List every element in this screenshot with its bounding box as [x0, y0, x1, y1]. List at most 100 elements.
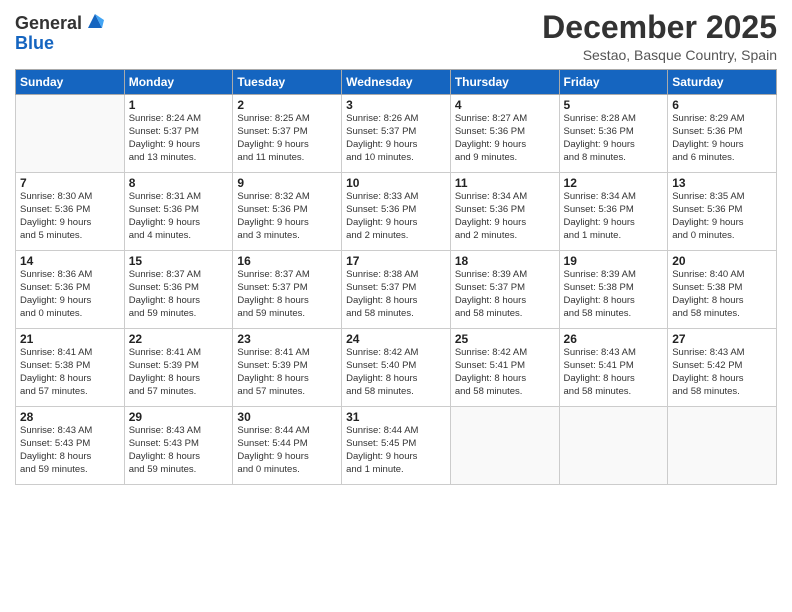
page-container: General Blue December 2025 Sestao, Basqu… — [0, 0, 792, 495]
day-number: 25 — [455, 332, 555, 346]
day-info: Sunrise: 8:38 AMSunset: 5:37 PMDaylight:… — [346, 269, 446, 320]
day-number: 23 — [237, 332, 337, 346]
table-row: 21Sunrise: 8:41 AMSunset: 5:38 PMDayligh… — [16, 329, 125, 407]
day-info: Sunrise: 8:44 AMSunset: 5:45 PMDaylight:… — [346, 425, 446, 476]
day-number: 26 — [564, 332, 664, 346]
table-row: 5Sunrise: 8:28 AMSunset: 5:36 PMDaylight… — [559, 95, 668, 173]
day-info: Sunrise: 8:31 AMSunset: 5:36 PMDaylight:… — [129, 191, 229, 242]
table-row: 18Sunrise: 8:39 AMSunset: 5:37 PMDayligh… — [450, 251, 559, 329]
table-row: 2Sunrise: 8:25 AMSunset: 5:37 PMDaylight… — [233, 95, 342, 173]
day-number: 6 — [672, 98, 772, 112]
table-row: 11Sunrise: 8:34 AMSunset: 5:36 PMDayligh… — [450, 173, 559, 251]
day-info: Sunrise: 8:34 AMSunset: 5:36 PMDaylight:… — [564, 191, 664, 242]
day-info: Sunrise: 8:43 AMSunset: 5:41 PMDaylight:… — [564, 347, 664, 398]
table-row: 28Sunrise: 8:43 AMSunset: 5:43 PMDayligh… — [16, 407, 125, 485]
table-row: 27Sunrise: 8:43 AMSunset: 5:42 PMDayligh… — [668, 329, 777, 407]
table-row: 30Sunrise: 8:44 AMSunset: 5:44 PMDayligh… — [233, 407, 342, 485]
day-info: Sunrise: 8:42 AMSunset: 5:40 PMDaylight:… — [346, 347, 446, 398]
title-block: December 2025 Sestao, Basque Country, Sp… — [542, 10, 777, 63]
day-info: Sunrise: 8:43 AMSunset: 5:43 PMDaylight:… — [129, 425, 229, 476]
day-number: 16 — [237, 254, 337, 268]
calendar-table: Sunday Monday Tuesday Wednesday Thursday… — [15, 69, 777, 485]
table-row: 24Sunrise: 8:42 AMSunset: 5:40 PMDayligh… — [342, 329, 451, 407]
day-info: Sunrise: 8:35 AMSunset: 5:36 PMDaylight:… — [672, 191, 772, 242]
day-info: Sunrise: 8:34 AMSunset: 5:36 PMDaylight:… — [455, 191, 555, 242]
day-number: 2 — [237, 98, 337, 112]
table-row: 9Sunrise: 8:32 AMSunset: 5:36 PMDaylight… — [233, 173, 342, 251]
table-row: 23Sunrise: 8:41 AMSunset: 5:39 PMDayligh… — [233, 329, 342, 407]
table-row: 16Sunrise: 8:37 AMSunset: 5:37 PMDayligh… — [233, 251, 342, 329]
day-number: 19 — [564, 254, 664, 268]
day-number: 8 — [129, 176, 229, 190]
table-row — [668, 407, 777, 485]
table-row: 1Sunrise: 8:24 AMSunset: 5:37 PMDaylight… — [124, 95, 233, 173]
day-info: Sunrise: 8:41 AMSunset: 5:39 PMDaylight:… — [237, 347, 337, 398]
day-info: Sunrise: 8:29 AMSunset: 5:36 PMDaylight:… — [672, 113, 772, 164]
day-number: 21 — [20, 332, 120, 346]
table-row: 10Sunrise: 8:33 AMSunset: 5:36 PMDayligh… — [342, 173, 451, 251]
col-wednesday: Wednesday — [342, 70, 451, 95]
day-info: Sunrise: 8:43 AMSunset: 5:42 PMDaylight:… — [672, 347, 772, 398]
day-info: Sunrise: 8:41 AMSunset: 5:38 PMDaylight:… — [20, 347, 120, 398]
day-number: 7 — [20, 176, 120, 190]
day-number: 20 — [672, 254, 772, 268]
day-info: Sunrise: 8:42 AMSunset: 5:41 PMDaylight:… — [455, 347, 555, 398]
col-thursday: Thursday — [450, 70, 559, 95]
header: General Blue December 2025 Sestao, Basqu… — [15, 10, 777, 63]
table-row: 3Sunrise: 8:26 AMSunset: 5:37 PMDaylight… — [342, 95, 451, 173]
day-info: Sunrise: 8:32 AMSunset: 5:36 PMDaylight:… — [237, 191, 337, 242]
table-row: 20Sunrise: 8:40 AMSunset: 5:38 PMDayligh… — [668, 251, 777, 329]
day-info: Sunrise: 8:39 AMSunset: 5:38 PMDaylight:… — [564, 269, 664, 320]
logo-icon — [84, 10, 106, 32]
table-row: 17Sunrise: 8:38 AMSunset: 5:37 PMDayligh… — [342, 251, 451, 329]
table-row: 31Sunrise: 8:44 AMSunset: 5:45 PMDayligh… — [342, 407, 451, 485]
day-info: Sunrise: 8:36 AMSunset: 5:36 PMDaylight:… — [20, 269, 120, 320]
day-info: Sunrise: 8:43 AMSunset: 5:43 PMDaylight:… — [20, 425, 120, 476]
day-number: 12 — [564, 176, 664, 190]
col-tuesday: Tuesday — [233, 70, 342, 95]
day-number: 17 — [346, 254, 446, 268]
day-number: 29 — [129, 410, 229, 424]
calendar-header-row: Sunday Monday Tuesday Wednesday Thursday… — [16, 70, 777, 95]
table-row: 26Sunrise: 8:43 AMSunset: 5:41 PMDayligh… — [559, 329, 668, 407]
table-row: 6Sunrise: 8:29 AMSunset: 5:36 PMDaylight… — [668, 95, 777, 173]
day-info: Sunrise: 8:28 AMSunset: 5:36 PMDaylight:… — [564, 113, 664, 164]
day-info: Sunrise: 8:37 AMSunset: 5:36 PMDaylight:… — [129, 269, 229, 320]
day-number: 5 — [564, 98, 664, 112]
table-row: 22Sunrise: 8:41 AMSunset: 5:39 PMDayligh… — [124, 329, 233, 407]
table-row: 7Sunrise: 8:30 AMSunset: 5:36 PMDaylight… — [16, 173, 125, 251]
day-info: Sunrise: 8:24 AMSunset: 5:37 PMDaylight:… — [129, 113, 229, 164]
table-row: 29Sunrise: 8:43 AMSunset: 5:43 PMDayligh… — [124, 407, 233, 485]
day-number: 14 — [20, 254, 120, 268]
table-row — [450, 407, 559, 485]
day-info: Sunrise: 8:27 AMSunset: 5:36 PMDaylight:… — [455, 113, 555, 164]
table-row: 19Sunrise: 8:39 AMSunset: 5:38 PMDayligh… — [559, 251, 668, 329]
table-row: 15Sunrise: 8:37 AMSunset: 5:36 PMDayligh… — [124, 251, 233, 329]
day-number: 1 — [129, 98, 229, 112]
day-info: Sunrise: 8:25 AMSunset: 5:37 PMDaylight:… — [237, 113, 337, 164]
day-number: 9 — [237, 176, 337, 190]
day-number: 24 — [346, 332, 446, 346]
location: Sestao, Basque Country, Spain — [542, 47, 777, 63]
table-row: 25Sunrise: 8:42 AMSunset: 5:41 PMDayligh… — [450, 329, 559, 407]
day-number: 10 — [346, 176, 446, 190]
table-row — [559, 407, 668, 485]
day-number: 31 — [346, 410, 446, 424]
col-friday: Friday — [559, 70, 668, 95]
day-number: 28 — [20, 410, 120, 424]
day-number: 13 — [672, 176, 772, 190]
day-number: 3 — [346, 98, 446, 112]
day-info: Sunrise: 8:41 AMSunset: 5:39 PMDaylight:… — [129, 347, 229, 398]
col-sunday: Sunday — [16, 70, 125, 95]
day-number: 15 — [129, 254, 229, 268]
day-number: 30 — [237, 410, 337, 424]
table-row — [16, 95, 125, 173]
logo-blue-text: Blue — [15, 33, 54, 53]
month-title: December 2025 — [542, 10, 777, 45]
day-info: Sunrise: 8:37 AMSunset: 5:37 PMDaylight:… — [237, 269, 337, 320]
day-number: 27 — [672, 332, 772, 346]
day-info: Sunrise: 8:39 AMSunset: 5:37 PMDaylight:… — [455, 269, 555, 320]
day-info: Sunrise: 8:33 AMSunset: 5:36 PMDaylight:… — [346, 191, 446, 242]
day-info: Sunrise: 8:44 AMSunset: 5:44 PMDaylight:… — [237, 425, 337, 476]
day-info: Sunrise: 8:30 AMSunset: 5:36 PMDaylight:… — [20, 191, 120, 242]
